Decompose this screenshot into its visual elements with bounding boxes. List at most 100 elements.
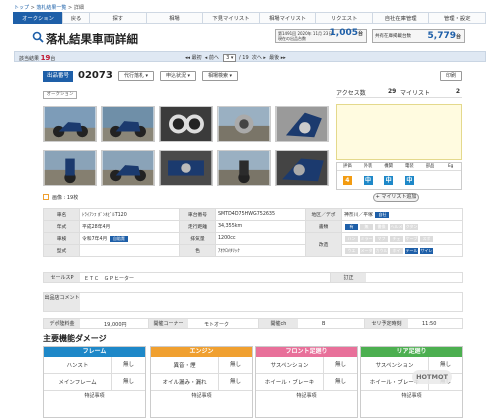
vehicle-photo[interactable] bbox=[101, 106, 155, 142]
proxy-bid-button[interactable]: 代行落札 ▾ bbox=[118, 71, 154, 81]
search-person-icon bbox=[32, 31, 44, 43]
damage-item: サスペンション bbox=[270, 363, 309, 369]
mod-tag: チェ bbox=[390, 235, 403, 242]
spec-color: ｱｵｸﾛﾒﾀﾘｯｸ bbox=[215, 244, 306, 257]
breadcrumb-home[interactable]: トップ bbox=[14, 5, 29, 11]
nav-market[interactable]: 相場 bbox=[145, 12, 204, 24]
channel: B bbox=[322, 321, 326, 327]
spec-table: 車名 ﾄﾗｲｱﾝﾌ ﾎﾞﾝﾈﾋﾞﾙT120 車台番号 SMTD4D75HWG75… bbox=[43, 208, 463, 257]
result-unit: 台 bbox=[50, 56, 56, 62]
doc-tag: ヘルメ bbox=[390, 223, 403, 230]
nav-stock[interactable]: 自社在庫管理 bbox=[371, 12, 430, 24]
page-select[interactable]: 3 ▾ bbox=[223, 54, 237, 62]
eval-header: 電装 bbox=[405, 164, 414, 169]
nav-back[interactable]: 戻る bbox=[62, 12, 90, 24]
vehicle-photo[interactable] bbox=[43, 106, 97, 142]
doc-tag: 有 bbox=[345, 223, 358, 230]
eval-header: Eg bbox=[447, 164, 454, 169]
eval-engine: 中 bbox=[384, 175, 394, 185]
vehicle-photo[interactable] bbox=[43, 150, 97, 186]
mod-tag: ハン bbox=[345, 235, 358, 242]
damage-header: フレーム bbox=[44, 347, 145, 357]
vehicle-photo[interactable] bbox=[217, 150, 271, 186]
nav-auction[interactable]: オークション bbox=[13, 12, 63, 24]
damage-header: リア足廻り bbox=[361, 347, 462, 357]
spec-label: 車名 bbox=[43, 208, 80, 221]
breadcrumb-list[interactable]: 落札結果一覧 bbox=[36, 5, 66, 11]
market-search-button[interactable]: 相場検索 ▾ bbox=[202, 71, 238, 81]
breadcrumb-sep: > bbox=[68, 5, 73, 11]
auction-count-unit: 台 bbox=[357, 31, 363, 37]
spec-label: 型式 bbox=[43, 244, 80, 257]
damage-value: 無し bbox=[111, 357, 145, 373]
pager-prev[interactable]: ◂ 前へ bbox=[205, 55, 219, 61]
nav-settings[interactable]: 管理・設定 bbox=[428, 12, 487, 24]
damage-item: ハンスト bbox=[66, 363, 89, 369]
mylist-count: 2 bbox=[455, 88, 460, 95]
vehicle-photo[interactable] bbox=[275, 106, 329, 142]
nav-request[interactable]: リクエスト bbox=[315, 12, 373, 24]
access-count: 29 bbox=[388, 88, 397, 95]
spec-displacement: 1200cc bbox=[215, 232, 306, 245]
notes-area bbox=[336, 104, 462, 160]
damage-item: 異音・煙 bbox=[173, 363, 196, 369]
spec-depot: 神奈川／平塚 bbox=[344, 213, 373, 218]
spec-vin: SMTD4D75HWG752635 bbox=[215, 208, 306, 221]
print-button[interactable]: 印刷 bbox=[440, 71, 462, 81]
breadcrumb: トップ > 落札結果一覧 > 詳細 bbox=[14, 4, 84, 11]
lot-number: 02073 bbox=[78, 70, 113, 81]
spec-label: 車検 bbox=[43, 232, 80, 245]
nav-search[interactable]: 探す bbox=[89, 12, 147, 24]
application-status-button[interactable]: 申込状況 ▾ bbox=[160, 71, 196, 81]
eval-score: 4 bbox=[342, 175, 352, 185]
auction-info-row: デポ陸料金 19,000円 開催コーナー モトオーク 開催ch B セリ予定時刻… bbox=[43, 318, 463, 329]
vehicle-photo[interactable] bbox=[101, 150, 155, 186]
stock-count: 5,779 bbox=[427, 31, 456, 41]
spec-label: 走行距離 bbox=[179, 220, 216, 233]
mod-tag: テール bbox=[405, 247, 418, 254]
auction-count: 1,005 bbox=[329, 28, 358, 38]
mod-tag: カウル bbox=[375, 247, 388, 254]
damage-frame: フレーム ハンスト 無し メインフレーム 無し 特記事項 bbox=[43, 346, 146, 418]
damage-front: フロント足廻り サスペンション 無し ホイール・ブレーキ 無し 特記事項 bbox=[255, 346, 358, 418]
damage-header: フロント足廻り bbox=[256, 347, 357, 357]
nav-preview-mylist[interactable]: 下見マイリスト bbox=[202, 12, 260, 24]
auction-count-box: 第1491回 2020年 11月 23日 現在の出品台数 1,005台 bbox=[275, 29, 367, 43]
spec-inspection: 令和7年4月 bbox=[82, 237, 108, 242]
nav-market-mylist[interactable]: 相場マイリスト bbox=[258, 12, 317, 24]
eval-exterior: 中 bbox=[363, 175, 373, 185]
mod-tag: ウエ bbox=[345, 247, 358, 254]
spec-label: 色 bbox=[179, 244, 216, 257]
pager: ◂◂ 最初 ◂ 前へ 3 ▾ / 19 次へ ▸ 最後 ▸▸ bbox=[185, 54, 286, 62]
damage-title: 主要機能ダメージ bbox=[43, 334, 107, 343]
comment-row: 出品店コメント bbox=[43, 292, 463, 312]
damage-value: 無し bbox=[218, 357, 252, 373]
pager-last[interactable]: 最後 ▸▸ bbox=[269, 55, 286, 61]
vehicle-photo[interactable] bbox=[159, 150, 213, 186]
pager-next[interactable]: 次へ ▸ bbox=[252, 55, 266, 61]
damage-item: サスペンション bbox=[375, 363, 414, 369]
access-stats: アクセス数 29 マイリスト 2 bbox=[336, 88, 462, 98]
eval-electrical: 中 bbox=[404, 175, 414, 185]
vehicle-photo[interactable] bbox=[275, 150, 329, 186]
spec-label: 改造 bbox=[305, 232, 342, 257]
eval-header: 機関 bbox=[384, 164, 393, 169]
depot-fee-label: デポ陸料金 bbox=[44, 319, 80, 328]
stock-count-label: 共有在庫掲載台数 bbox=[375, 34, 411, 39]
mod-tag: ホイ bbox=[390, 247, 403, 254]
mod-tag: スポ bbox=[420, 235, 433, 242]
eval-header: 部品 bbox=[425, 164, 435, 169]
eval-header: 外装 bbox=[363, 164, 373, 169]
auction-time: 11:50 bbox=[422, 321, 437, 327]
comment-label: 出品店コメント bbox=[44, 293, 80, 311]
mylist-label: マイリスト bbox=[400, 90, 431, 97]
add-mylist-button[interactable]: + マイリスト追加 bbox=[373, 193, 419, 202]
breadcrumb-sep: > bbox=[30, 5, 35, 11]
pager-first[interactable]: ◂◂ 最初 bbox=[185, 55, 202, 61]
lot-label: 出品番号 bbox=[43, 71, 73, 82]
vehicle-photo[interactable] bbox=[217, 106, 271, 142]
vehicle-photo[interactable] bbox=[159, 106, 213, 142]
corner: モトオーク bbox=[204, 322, 230, 328]
damage-note: 特記事項 bbox=[191, 393, 212, 399]
correction-label: 訂正 bbox=[330, 273, 366, 282]
